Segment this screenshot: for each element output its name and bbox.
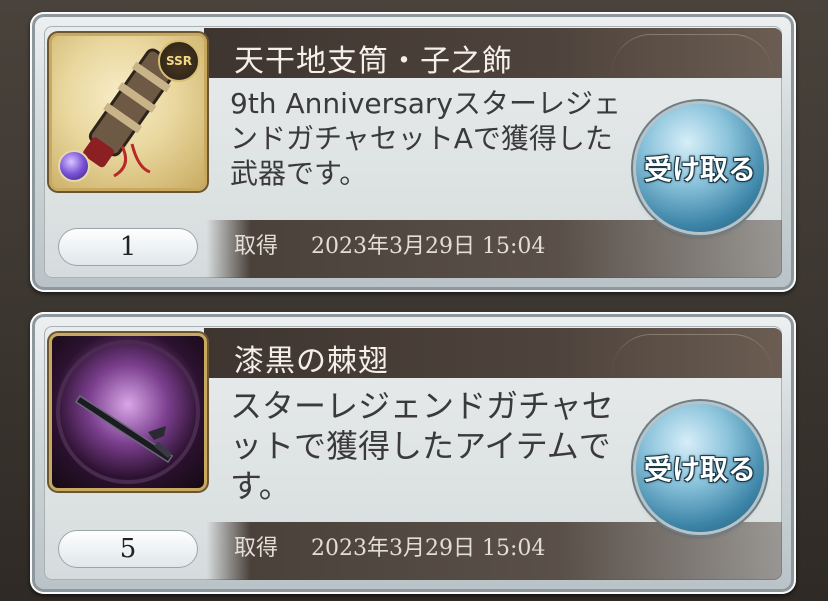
item-description: 9th AnniversaryスターレジェンドガチャセットAで獲得した武器です。 bbox=[230, 87, 622, 190]
title-bar: 天干地支筒・子之飾 bbox=[204, 28, 782, 79]
acquired-date: 2023年3月29日 15:04 bbox=[311, 536, 546, 561]
item-description: スターレジェンドガチャセットで獲得したアイテムです。 bbox=[230, 387, 614, 505]
title-ornament bbox=[612, 334, 772, 373]
item-name: 漆黒の棘翅 bbox=[234, 344, 389, 379]
title-bar: 漆黒の棘翅 bbox=[204, 328, 782, 379]
info-bar: 1 取得 2023年3月29日 15:04 bbox=[44, 220, 782, 278]
receive-button-label: 受け取る bbox=[643, 453, 756, 486]
item-name: 天干地支筒・子之飾 bbox=[234, 44, 513, 79]
info-bar: 5 取得 2023年3月29日 15:04 bbox=[44, 522, 782, 580]
quantity-badge: 1 bbox=[58, 228, 198, 266]
dark-element-icon bbox=[58, 150, 90, 182]
ssr-badge: SSR bbox=[158, 40, 200, 82]
acquired-label: 取得 bbox=[234, 536, 279, 561]
quantity-badge: 5 bbox=[58, 530, 198, 568]
receive-button[interactable]: 受け取る bbox=[636, 404, 764, 532]
item-thumbnail bbox=[52, 336, 204, 488]
item-thumbnail: SSR bbox=[52, 36, 204, 188]
acquired-info: 取得 2023年3月29日 15:04 bbox=[234, 530, 545, 562]
receive-button[interactable]: 受け取る bbox=[636, 104, 764, 232]
acquired-date: 2023年3月29日 15:04 bbox=[311, 234, 546, 259]
dark-sword-icon bbox=[56, 340, 200, 484]
acquired-label: 取得 bbox=[234, 234, 279, 259]
title-ornament bbox=[612, 34, 772, 73]
receive-button-label: 受け取る bbox=[643, 153, 756, 186]
acquired-info: 取得 2023年3月29日 15:04 bbox=[234, 228, 545, 260]
